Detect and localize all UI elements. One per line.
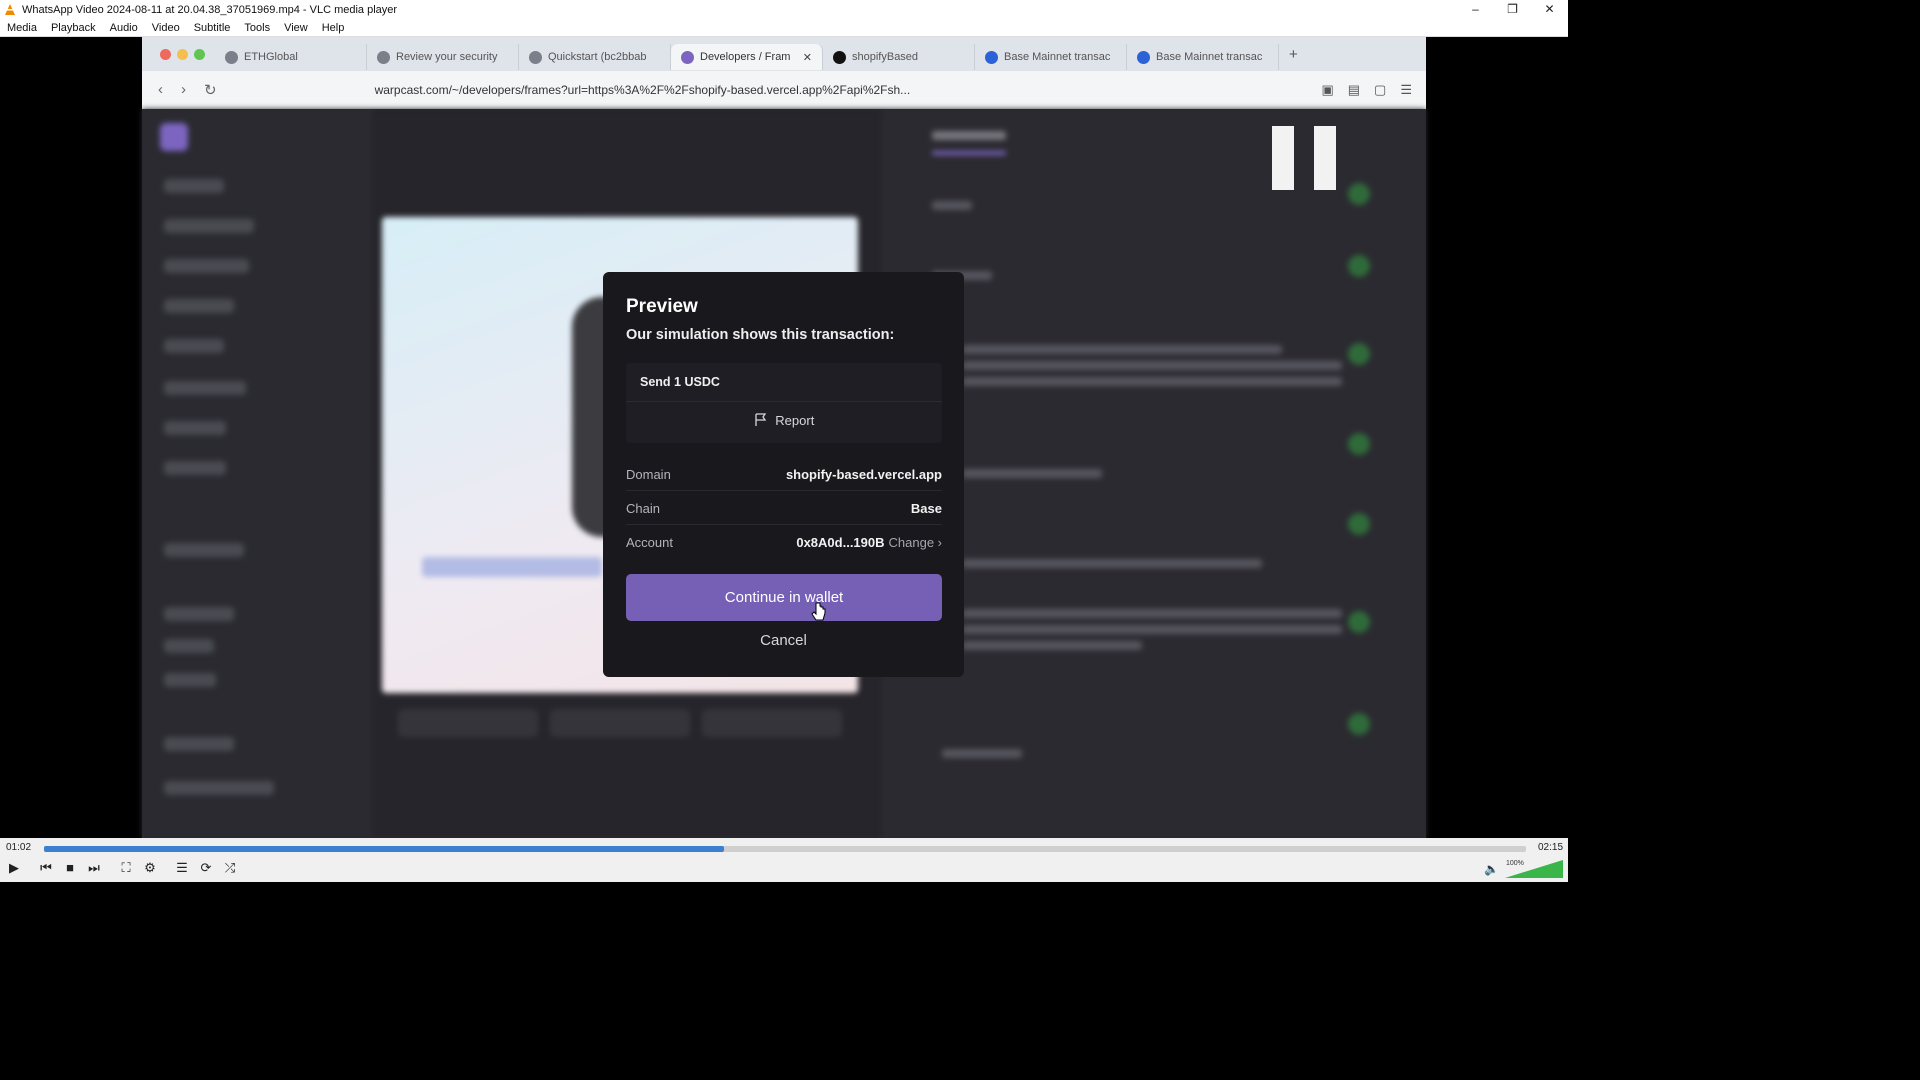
flag-icon: [755, 413, 766, 426]
favicon-icon: [529, 50, 542, 64]
menu-bar: Media Playback Audio Video Subtitle Tool…: [0, 19, 1568, 37]
browser-tab: shopifyBased: [823, 44, 975, 70]
favicon-icon: [833, 50, 846, 64]
browser-tab: Quickstart (bc2bbab: [519, 44, 671, 70]
change-account-link[interactable]: Change ›: [889, 535, 942, 550]
menu-help[interactable]: Help: [315, 22, 352, 34]
window-title: WhatsApp Video 2024-08-11 at 20.04.38_37…: [22, 3, 398, 16]
close-button[interactable]: ✕: [1531, 0, 1568, 19]
warpcast-logo: [160, 123, 188, 151]
menu-tools[interactable]: Tools: [237, 22, 277, 34]
extended-settings-button[interactable]: ⚙: [140, 858, 160, 878]
report-button[interactable]: Report: [626, 413, 942, 428]
domain-label: Domain: [626, 466, 671, 482]
transaction-box: Send 1 USDC Report: [626, 363, 942, 443]
reload-icon: ↻: [204, 82, 217, 99]
next-button[interactable]: ⏭: [84, 858, 104, 878]
elapsed-time: 01:02: [6, 842, 32, 853]
favicon-icon: [1137, 50, 1150, 64]
account-value: 0x8A0d...190B: [796, 535, 885, 550]
url-text: warpcast.com/~/developers/frames?url=htt…: [374, 83, 911, 97]
browser-tab: Review your security: [367, 44, 519, 70]
blurred-sidebar: [142, 109, 372, 838]
sidebar-icon: ▤: [1347, 82, 1361, 97]
extension-icon: ▣: [1321, 82, 1334, 97]
favicon-icon: [225, 50, 238, 64]
browser-tab: Base Mainnet transac: [975, 44, 1127, 70]
vlc-cone-icon: [5, 3, 15, 15]
seek-bar[interactable]: [44, 846, 1526, 852]
chain-row: Chain Base: [626, 492, 942, 525]
account-label: Account: [626, 535, 673, 550]
seek-progress: [44, 846, 725, 852]
modal-subtitle: Our simulation shows this transaction:: [626, 327, 895, 343]
report-label: Report: [775, 413, 815, 428]
browser-tab-active: Developers / Fram ✕: [671, 44, 823, 70]
speaker-icon: 🔈: [1484, 862, 1499, 876]
total-time: 02:15: [1538, 842, 1564, 853]
browser-address-bar: ‹ › ↻ warpcast.com/~/developers/frames?url…: [142, 71, 1426, 109]
account-row: Account 0x8A0d...190B Change ›: [626, 526, 942, 559]
chain-label: Chain: [626, 500, 660, 516]
loop-button[interactable]: ⟳: [196, 858, 216, 878]
browser-menu-icon: ☰: [1400, 82, 1412, 97]
browser-tab: Base Mainnet transac: [1127, 44, 1279, 70]
video-area[interactable]: ETHGlobal Review your security Quickstar…: [0, 37, 1568, 838]
new-tab-icon: +: [1289, 45, 1298, 63]
favicon-icon: [377, 50, 390, 64]
domain-value: shopify-based.vercel.app: [785, 466, 942, 482]
previous-button[interactable]: ⏮: [36, 858, 56, 878]
play-button[interactable]: ▶: [4, 858, 24, 878]
maximize-button[interactable]: ❐: [1494, 0, 1531, 19]
menu-audio[interactable]: Audio: [103, 22, 145, 34]
traffic-lights: [160, 48, 205, 60]
divider: [626, 401, 942, 402]
menu-video[interactable]: Video: [145, 22, 187, 34]
wallet-icon: ▢: [1374, 82, 1387, 97]
shuffle-button[interactable]: ⤮: [220, 858, 240, 878]
modal-title: Preview: [626, 296, 698, 317]
favicon-icon: [985, 50, 998, 64]
menu-playback[interactable]: Playback: [44, 22, 103, 34]
cancel-button[interactable]: Cancel: [603, 632, 964, 649]
vlc-control-bar: 01:02 02:15 ▶ ⏮ ■ ⏭ ⛶ ⚙ ☰ ⟳ ⤮ 🔈 100%: [0, 838, 1568, 882]
menu-subtitle[interactable]: Subtitle: [187, 22, 238, 34]
domain-row: Domain shopify-based.vercel.app: [626, 458, 942, 491]
minimize-button[interactable]: –: [1457, 0, 1494, 19]
title-bar: WhatsApp Video 2024-08-11 at 20.04.38_37…: [0, 0, 1568, 19]
browser-tab-strip: ETHGlobal Review your security Quickstar…: [142, 37, 1426, 71]
browser-tab: ETHGlobal: [215, 44, 367, 70]
pointer-cursor-icon: [811, 602, 826, 621]
transaction-summary: Send 1 USDC: [640, 375, 720, 389]
pause-overlay-icon: [1314, 126, 1336, 190]
pause-overlay-icon: [1272, 126, 1294, 190]
transaction-preview-modal: Preview Our simulation shows this transa…: [603, 272, 964, 677]
continue-in-wallet-button[interactable]: Continue in wallet: [626, 574, 942, 621]
back-icon: ‹: [158, 81, 163, 98]
favicon-icon: [681, 50, 694, 64]
playlist-button[interactable]: ☰: [172, 858, 192, 878]
menu-view[interactable]: View: [277, 22, 315, 34]
forward-icon: ›: [181, 81, 186, 98]
stop-button[interactable]: ■: [60, 858, 80, 878]
chain-value: Base: [910, 500, 942, 516]
volume-percent: 100%: [1506, 860, 1524, 867]
fullscreen-button[interactable]: ⛶: [116, 858, 136, 878]
menu-media[interactable]: Media: [0, 22, 44, 34]
close-tab-icon: ✕: [802, 51, 812, 64]
